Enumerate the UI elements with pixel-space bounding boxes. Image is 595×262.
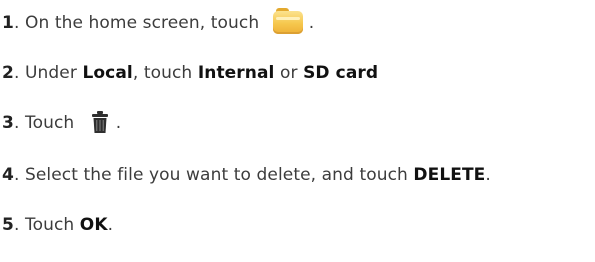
delete-label: DELETE [413, 165, 486, 185]
trash-can-icon [91, 111, 108, 133]
sd-card-label: SD card [303, 63, 379, 83]
step-text: . [485, 165, 491, 185]
step-text-end: . [308, 13, 315, 33]
step-3: 3. Touch . [2, 111, 122, 133]
step-text: Select the file you want to delete, and … [24, 165, 414, 185]
step-number: 3 [2, 113, 14, 133]
internal-label: Internal [197, 63, 275, 83]
step-number: 2 [2, 63, 14, 83]
step-1: 1. On the home screen, touch . [2, 8, 314, 34]
step-text: Touch [24, 113, 75, 133]
step-text: . [107, 215, 114, 235]
local-label: Local [82, 63, 133, 83]
step-text: On the home screen, touch [24, 13, 260, 33]
step-text: Under [24, 63, 83, 83]
step-text: Touch [24, 215, 80, 235]
step-number: 1 [2, 13, 14, 33]
step-text: , touch [132, 63, 198, 83]
file-manager-folder-icon [272, 8, 303, 34]
step-number: 5 [2, 215, 14, 235]
step-text: or [274, 63, 304, 83]
step-4: 4. Select the file you want to delete, a… [2, 165, 491, 185]
step-text-end: . [115, 113, 122, 133]
step-5: 5. Touch OK. [2, 215, 114, 235]
step-2: 2. Under Local, touch Internal or SD car… [2, 63, 379, 83]
step-number: 4 [2, 165, 14, 185]
ok-label: OK [79, 215, 108, 235]
